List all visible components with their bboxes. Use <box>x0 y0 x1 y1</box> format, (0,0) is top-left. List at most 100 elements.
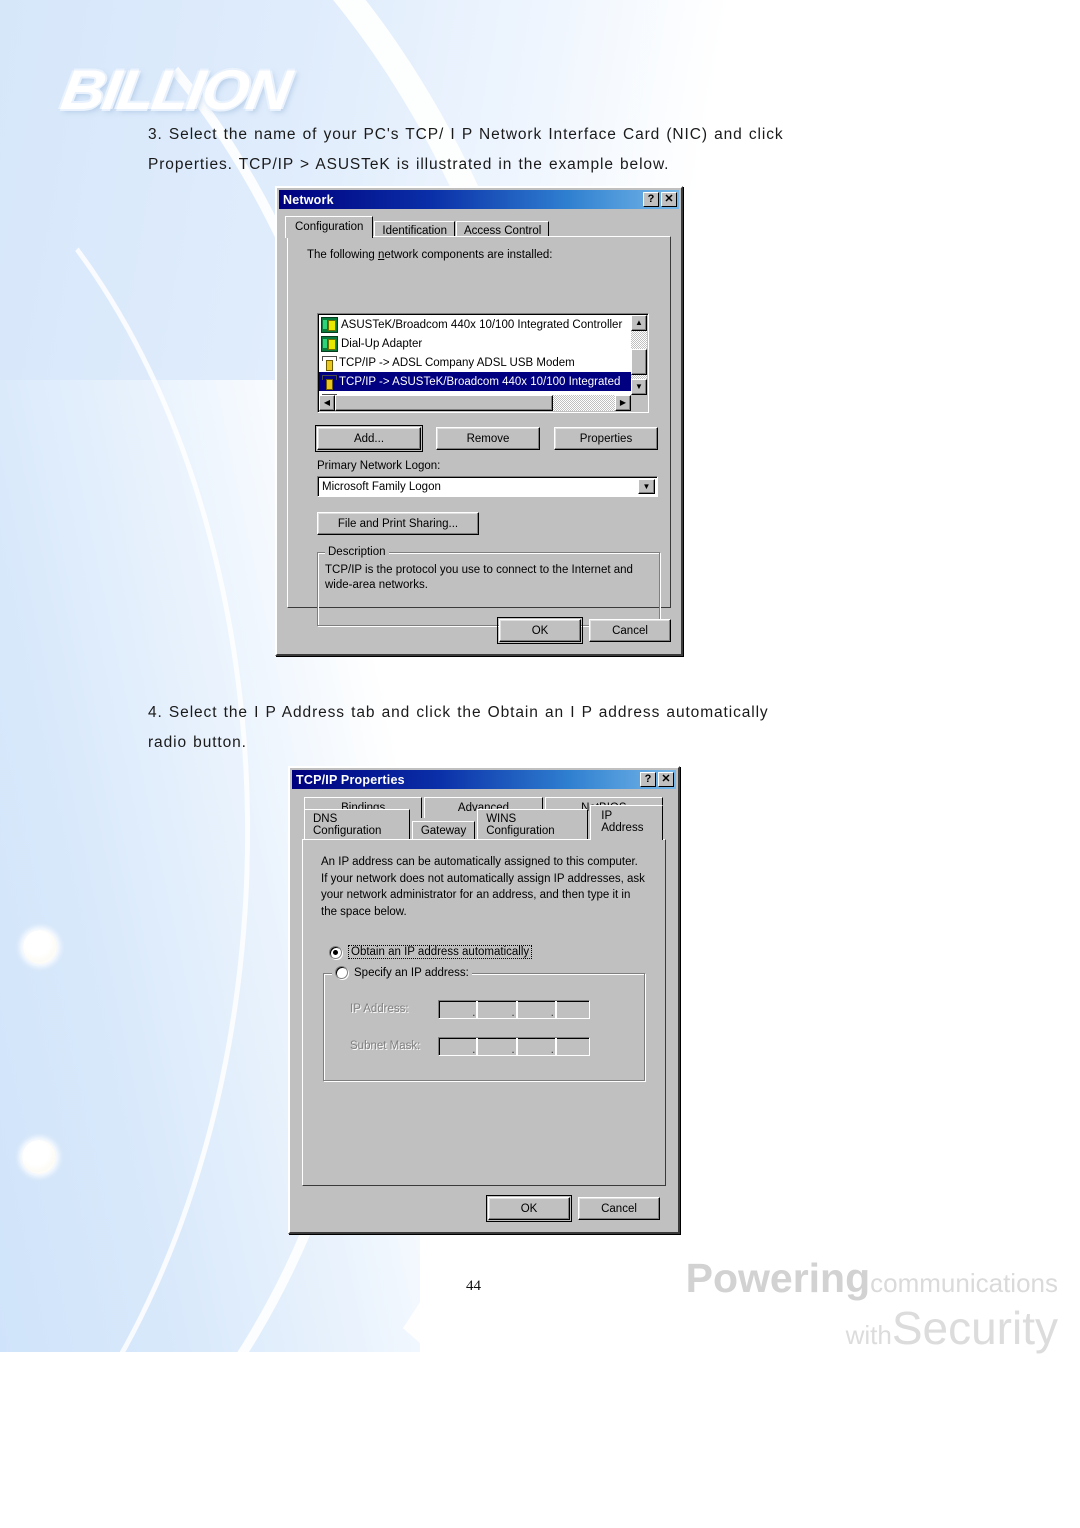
network-cancel-label: Cancel <box>612 624 648 637</box>
list-item-label: TCP/IP -> ASUSTeK/Broadcom 440x 10/100 I… <box>339 375 621 388</box>
file-and-print-sharing-label: File and Print Sharing... <box>337 517 459 530</box>
network-ok-label: OK <box>531 624 549 637</box>
watermark-communications: communications <box>870 1268 1058 1298</box>
scroll-thumb-vertical[interactable] <box>631 349 647 375</box>
scroll-right-icon[interactable]: ▶ <box>615 395 631 411</box>
help-icon[interactable]: ? <box>643 192 659 207</box>
remove-button-label: Remove <box>466 432 510 445</box>
list-item-label: ASUSTeK/Broadcom 440x 10/100 Integrated … <box>341 318 623 331</box>
network-dialog-titlebar[interactable]: Network ? ✕ <box>279 190 679 209</box>
ip-description-line-4: the space below. <box>321 905 407 918</box>
instruction-step-4-line-1: 4. Select the I P Address tab and click … <box>148 704 769 721</box>
tcpip-dialog-panel: An IP address can be automatically assig… <box>302 839 666 1186</box>
ip-description-line-1: An IP address can be automatically assig… <box>321 856 638 868</box>
tab-gateway[interactable]: Gateway <box>411 821 476 840</box>
primary-logon-value: Microsoft Family Logon <box>322 480 441 493</box>
tab-wins-configuration[interactable]: WINS Configuration <box>477 809 589 840</box>
listbox-horizontal-scrollbar[interactable]: ◀ ▶ <box>319 395 631 411</box>
network-cancel-button[interactable]: Cancel <box>589 619 671 642</box>
chevron-down-icon[interactable]: ▼ <box>638 479 655 494</box>
scroll-thumb-horizontal[interactable] <box>335 395 553 411</box>
subnet-octet-3[interactable] <box>518 1038 550 1055</box>
specify-ip-groupbox: Specify an IP address: IP Address: . . .… <box>323 966 645 1081</box>
billion-logo-text: BILLION <box>57 58 294 121</box>
scroll-left-icon[interactable]: ◀ <box>319 395 335 411</box>
obtain-ip-automatically-radio[interactable]: Obtain an IP address automatically <box>329 945 533 959</box>
specify-ip-address-label: Specify an IP address: <box>354 966 469 979</box>
ip-octet-4[interactable] <box>557 1001 589 1018</box>
tcpip-ok-button[interactable]: OK <box>486 1195 572 1222</box>
ip-address-label: IP Address: <box>350 1003 409 1015</box>
network-dialog: Network ? ✕ Configuration Identification… <box>275 186 683 656</box>
tcpip-dialog-title: TCP/IP Properties <box>296 772 405 787</box>
properties-button[interactable]: Properties <box>554 427 658 450</box>
radio-button-icon[interactable] <box>335 966 348 979</box>
list-item[interactable]: TCP/IP -> ADSL Company ADSL USB Modem <box>319 353 631 372</box>
tcpip-dialog-titlebar[interactable]: TCP/IP Properties ? ✕ <box>292 770 676 789</box>
specify-ip-address-radio[interactable]: Specify an IP address: <box>332 966 472 979</box>
subnet-mask-input[interactable]: . . . <box>438 1037 590 1056</box>
ip-octet-1[interactable] <box>439 1001 471 1018</box>
obtain-ip-automatically-label: Obtain an IP address automatically <box>348 945 533 959</box>
instruction-step-3-line-2: Properties. TCP/IP > ASUSTeK is illustra… <box>148 156 670 173</box>
primary-logon-combobox[interactable]: Microsoft Family Logon ▼ <box>317 476 658 497</box>
tcpip-ok-label: OK <box>520 1202 538 1215</box>
background-node-1 <box>23 930 57 964</box>
list-item[interactable]: ASUSTeK/Broadcom 440x 10/100 Integrated … <box>319 315 631 334</box>
listbox-vertical-scrollbar[interactable]: ▲ ▼ <box>631 315 647 395</box>
ip-description-line-2: If your network does not automatically a… <box>321 872 645 885</box>
file-and-print-sharing-button[interactable]: File and Print Sharing... <box>317 512 479 535</box>
subnet-octet-4[interactable] <box>557 1038 589 1055</box>
list-item-label: TCP/IP -> ADSL Company ADSL USB Modem <box>339 356 575 369</box>
ip-address-input[interactable]: . . . <box>438 1000 590 1019</box>
list-item-selected[interactable]: TCP/IP -> ASUSTeK/Broadcom 440x 10/100 I… <box>319 372 631 391</box>
instruction-step-4: 4. Select the I P Address tab and click … <box>148 698 769 758</box>
protocol-icon <box>321 374 337 390</box>
watermark-line-2: withSecurity <box>538 1305 1058 1358</box>
watermark-with: with <box>845 1320 892 1350</box>
scrollbar-corner <box>631 395 647 411</box>
network-components-label: The following network components are ins… <box>307 249 553 261</box>
help-icon[interactable]: ? <box>640 772 656 787</box>
ip-description-line-3: your network administrator for an addres… <box>321 889 631 901</box>
tcpip-cancel-label: Cancel <box>601 1202 637 1215</box>
tcpip-properties-dialog: TCP/IP Properties ? ✕ Bindings Advanced … <box>288 766 680 1234</box>
description-groupbox-label: Description <box>325 546 389 558</box>
billion-logo: BILLION <box>57 58 362 122</box>
instruction-step-3: 3. Select the name of your PC's TCP/ I P… <box>148 120 784 180</box>
add-button[interactable]: Add... <box>315 425 423 452</box>
tab-dns-configuration[interactable]: DNS Configuration <box>304 809 410 840</box>
add-button-label: Add... <box>353 432 385 445</box>
watermark-powering: Powering <box>685 1255 871 1301</box>
close-icon[interactable]: ✕ <box>658 772 674 787</box>
properties-button-label: Properties <box>579 432 633 445</box>
network-dialog-tabstrip: Configuration Identification Access Cont… <box>277 216 681 240</box>
page-number: 44 <box>466 1278 481 1294</box>
tcpip-tabstrip-row-2: DNS Configuration Gateway WINS Configura… <box>304 805 664 840</box>
subnet-mask-label: Subnet Mask: <box>350 1040 421 1052</box>
ip-octet-2[interactable] <box>478 1001 510 1018</box>
network-adapter-icon <box>321 316 338 333</box>
subnet-octet-2[interactable] <box>478 1038 510 1055</box>
ip-address-description: An IP address can be automatically assig… <box>321 854 649 920</box>
tab-configuration[interactable]: Configuration <box>285 216 374 238</box>
subnet-octet-1[interactable] <box>439 1038 471 1055</box>
radio-button-icon[interactable] <box>329 945 342 959</box>
description-text: TCP/IP is the protocol you use to connec… <box>325 564 633 591</box>
instruction-step-3-line-1: 3. Select the name of your PC's TCP/ I P… <box>148 126 784 143</box>
scroll-down-icon[interactable]: ▼ <box>631 379 647 395</box>
network-components-listbox[interactable]: ASUSTeK/Broadcom 440x 10/100 Integrated … <box>317 313 649 413</box>
ip-octet-3[interactable] <box>518 1001 550 1018</box>
network-ok-button[interactable]: OK <box>497 617 583 644</box>
network-adapter-icon <box>321 335 338 352</box>
remove-button[interactable]: Remove <box>436 427 540 450</box>
tcpip-cancel-button[interactable]: Cancel <box>578 1197 660 1220</box>
scroll-up-icon[interactable]: ▲ <box>631 315 647 331</box>
list-item[interactable]: Dial-Up Adapter <box>319 334 631 353</box>
instruction-step-4-line-2: radio button. <box>148 734 247 751</box>
primary-logon-label: Primary Network Logon: <box>317 460 441 472</box>
close-icon[interactable]: ✕ <box>661 192 677 207</box>
watermark-line-1: Poweringcommunications <box>538 1256 1058 1305</box>
watermark-security: Security <box>891 1302 1058 1354</box>
tab-ip-address[interactable]: IP Address <box>590 805 663 840</box>
